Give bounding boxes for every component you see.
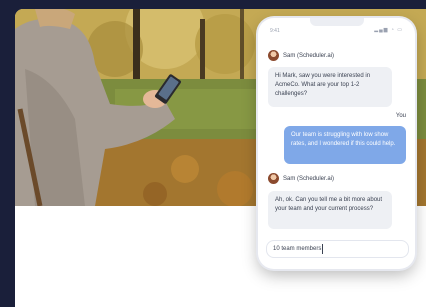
avatar — [268, 173, 279, 184]
message-input[interactable]: 10 team members — [266, 240, 409, 258]
status-icons: ▂▄▆ ◔ ▭ — [374, 27, 403, 33]
message-sender: Sam (Scheduler.ai) — [268, 173, 334, 184]
text-caret — [322, 244, 324, 254]
incoming-message-bubble: Hi Mark, saw you were interested in Acme… — [268, 67, 392, 107]
outgoing-message-bubble: Our team is struggling with low show rat… — [284, 126, 406, 164]
status-time: 9:41 — [270, 28, 280, 34]
message-input-value[interactable]: 10 team members — [267, 246, 321, 252]
sender-name-you: You — [395, 113, 406, 119]
message-sender: Sam (Scheduler.ai) — [268, 50, 334, 61]
avatar — [268, 50, 279, 61]
phone-mockup: 9:41 ▂▄▆ ◔ ▭ Sam (Scheduler.ai) Hi Mark,… — [258, 18, 415, 269]
sender-name: Sam (Scheduler.ai) — [283, 175, 335, 182]
sender-name: Sam (Scheduler.ai) — [283, 52, 335, 59]
incoming-message-bubble: Ah, ok. Can you tell me a bit more about… — [268, 191, 392, 229]
phone-notch — [310, 18, 364, 26]
